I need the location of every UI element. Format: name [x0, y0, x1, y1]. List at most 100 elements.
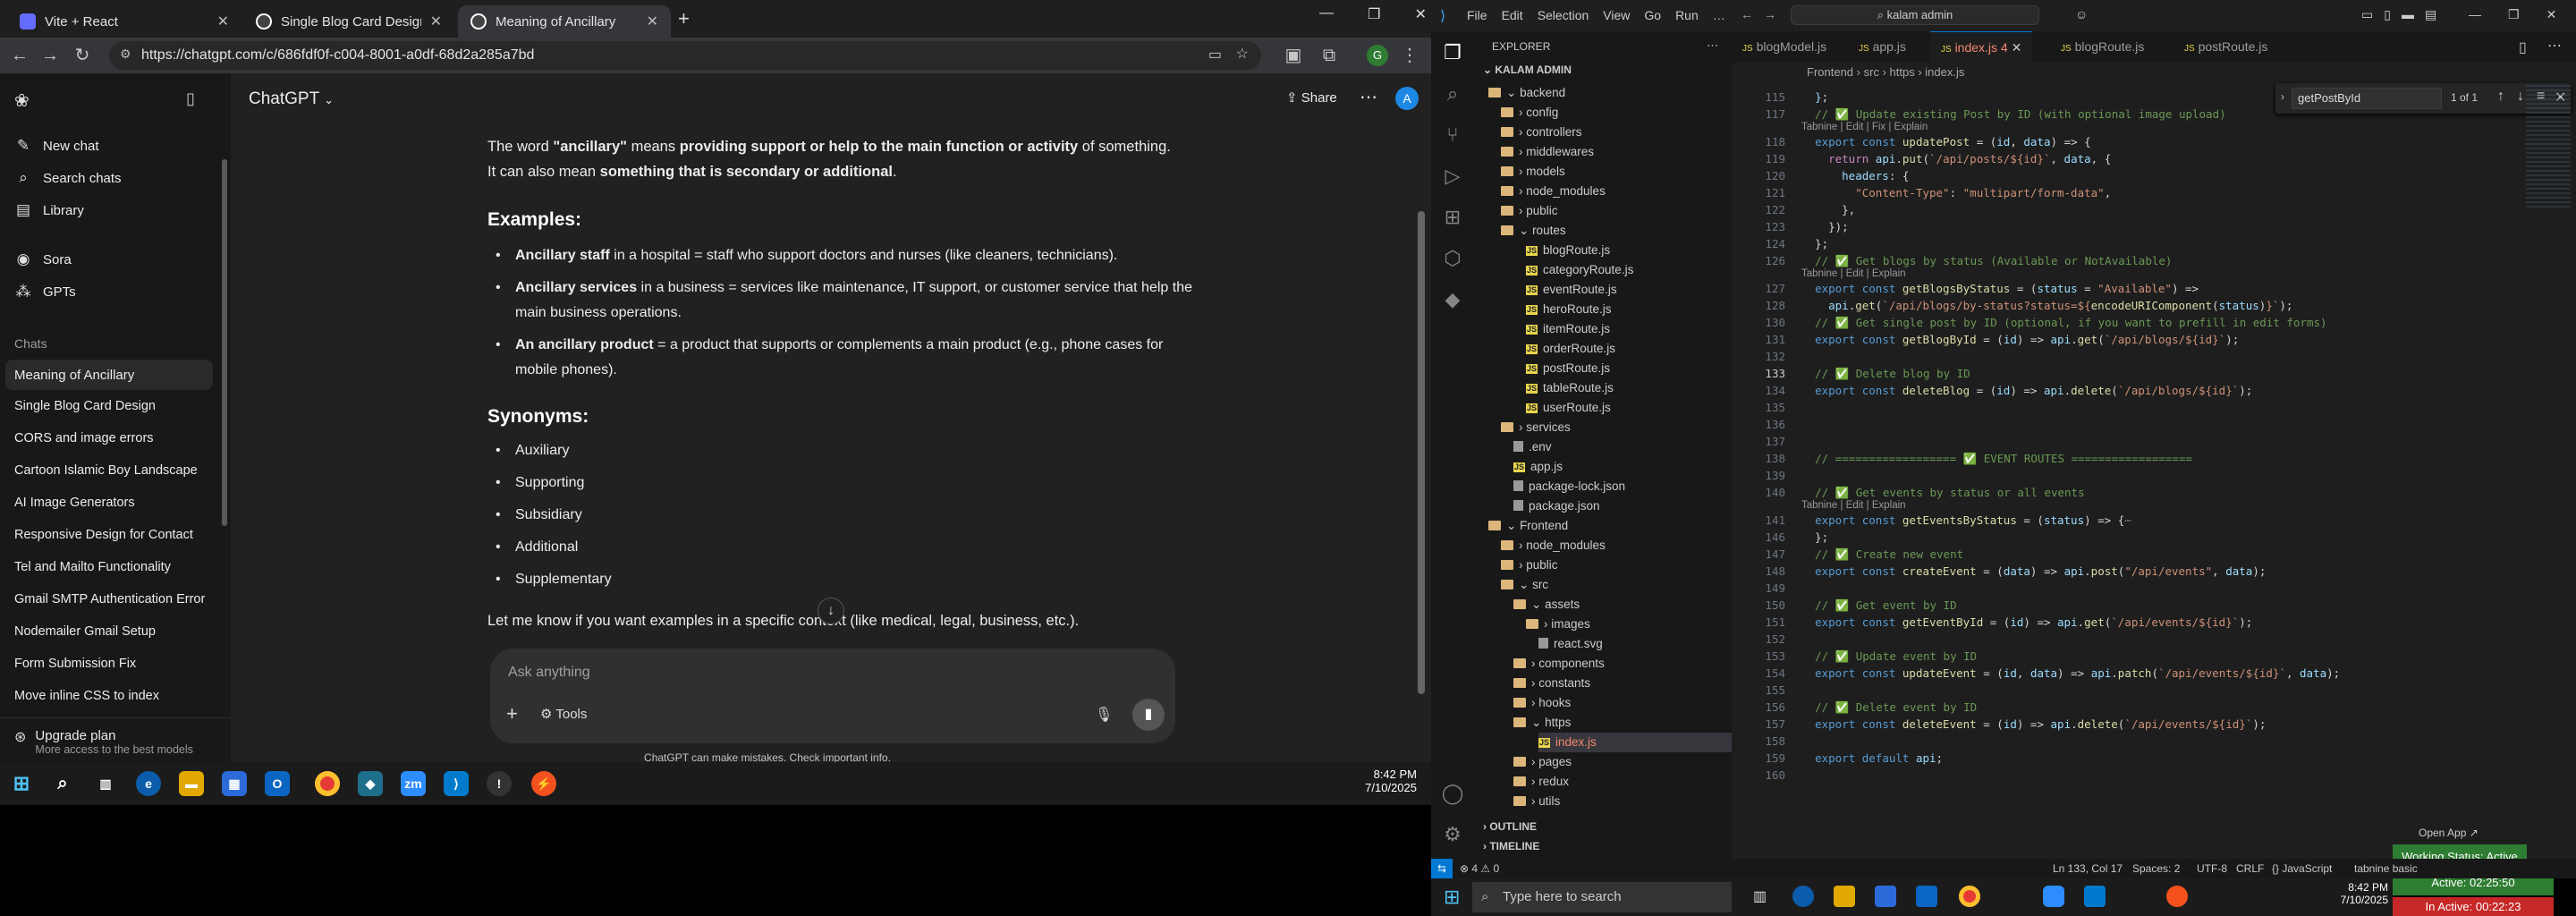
tab-blogroute[interactable]: JS blogRoute.js [2050, 31, 2155, 63]
postman-icon[interactable] [2166, 886, 2188, 907]
tree-folder[interactable]: › controllers [1501, 123, 1582, 142]
clock[interactable]: 8:42 PM 7/10/2025 [1342, 768, 1417, 794]
tree-file[interactable]: package-lock.json [1513, 477, 1625, 496]
menu-file[interactable]: File [1467, 8, 1487, 22]
edge-icon[interactable]: e [136, 771, 161, 796]
tree-folder[interactable]: › public [1501, 556, 1558, 575]
microphone-icon[interactable]: 🎙 [1095, 706, 1113, 724]
source-control-icon[interactable]: ⑂ [1440, 123, 1465, 148]
tree-folder[interactable]: › utils [1513, 792, 1560, 811]
layout-icon[interactable]: ▯ [2384, 7, 2391, 22]
new-tab-button[interactable]: + [678, 7, 690, 30]
explorer-icon[interactable]: ❐ [1440, 40, 1465, 65]
maximize-icon[interactable]: ❐ [1368, 5, 1380, 23]
previous-match-icon[interactable]: ↑ [2497, 89, 2504, 105]
file-explorer-icon[interactable] [1834, 886, 1855, 907]
tree-file[interactable]: package.json [1513, 496, 1600, 516]
site-info-icon[interactable]: ⚙ [120, 47, 131, 62]
layout-icon[interactable]: ▬ [2402, 7, 2414, 22]
reload-icon[interactable]: ↻ [72, 45, 93, 66]
line-ending[interactable]: CRLF [2236, 859, 2264, 878]
menu-go[interactable]: Go [1644, 8, 1661, 22]
tree-folder[interactable]: › pages [1513, 752, 1572, 772]
chevron-icon[interactable]: ⌄ [1506, 519, 1520, 532]
taskbar-search[interactable]: ⌕ Type here to search [1472, 882, 1732, 912]
language-mode[interactable]: {} JavaScript [2272, 859, 2332, 878]
more-actions-icon[interactable]: ⋯ [2547, 37, 2562, 55]
sora-button[interactable]: ◉ Sora [0, 244, 213, 275]
clock[interactable]: 8:42 PM 7/10/2025 [2317, 881, 2388, 906]
sidebar-toggle-icon[interactable]: ▯ [186, 89, 195, 108]
minimap[interactable] [2526, 85, 2571, 210]
chevron-icon[interactable]: ⌄ [1531, 716, 1545, 729]
code-line[interactable]: export const getBlogById = (id) => api.g… [1801, 333, 2239, 346]
zoom-icon[interactable]: zm [401, 771, 426, 796]
windows-start-icon[interactable]: ⊞ [9, 771, 34, 796]
code-line[interactable]: // ================== ✅ EVENT ROUTES ===… [1801, 452, 2192, 466]
code-line[interactable]: // ✅ Get blogs by status (Available or N… [1801, 254, 2172, 268]
remote-indicator[interactable]: ⇆ [1431, 859, 1453, 878]
find-input[interactable]: getPostById [2292, 88, 2442, 109]
zoom-icon[interactable] [2043, 886, 2064, 907]
remote-icon[interactable]: ⬡ [1440, 246, 1465, 271]
chevron-icon[interactable]: ⌄ [1519, 224, 1532, 237]
open-app-link[interactable]: Open App ↗ [2419, 827, 2479, 839]
chat-item-selected[interactable]: Meaning of Ancillary [5, 360, 213, 390]
chat-item[interactable]: Nodemailer Gmail Setup [14, 624, 156, 639]
code-line[interactable]: // ✅ Delete blog by ID [1801, 367, 1970, 381]
chevron-icon[interactable]: ⌄ [1506, 86, 1520, 99]
app-icon[interactable]: ! [487, 771, 512, 796]
extensions-puzzle-icon[interactable]: ⧉ [1318, 45, 1340, 66]
code-lens[interactable]: Tabnine | Edit | Fix | Explain [1801, 122, 1928, 132]
windows-start-icon[interactable]: ⊞ [1444, 886, 1460, 909]
browser-tab-vite[interactable]: Vite + React ✕ [7, 5, 242, 38]
tree-folder[interactable]: ⌄ backend [1488, 83, 1565, 103]
model-selector[interactable]: ChatGPT ⌄ [249, 89, 334, 109]
chevron-icon[interactable]: › [1519, 165, 1526, 178]
code-line[interactable]: export const deleteBlog = (id) => api.de… [1801, 384, 2252, 397]
problems-indicator[interactable]: ⊗ 4 ⚠ 0 [1460, 859, 1499, 878]
layout-icon[interactable]: ▭ [2361, 7, 2373, 22]
tools-button[interactable]: ⚙ Tools [540, 706, 587, 722]
extensions-icon[interactable]: ⊞ [1440, 205, 1465, 230]
file-explorer-icon[interactable]: ▬ [179, 771, 204, 796]
add-attachment-button[interactable]: + [506, 702, 518, 725]
tree-file[interactable]: orderRoute.js [1526, 339, 1615, 359]
code-line[interactable]: // ✅ Get single post by ID (optional, if… [1801, 316, 2326, 330]
chevron-icon[interactable]: ⌄ [1519, 578, 1532, 591]
tree-folder[interactable]: › config [1501, 103, 1558, 123]
tree-folder[interactable]: › public [1501, 201, 1558, 221]
next-match-icon[interactable]: ↓ [2517, 89, 2524, 105]
content-scrollbar[interactable] [1418, 211, 1425, 694]
tabnine-status[interactable]: tabnine basic [2354, 859, 2418, 878]
tree-file[interactable]: heroRoute.js [1526, 300, 1612, 319]
copilot-icon[interactable]: ☺ [2075, 7, 2088, 21]
code-line[interactable]: // ✅ Get event by ID [1801, 598, 1957, 613]
store-icon[interactable] [1875, 886, 1896, 907]
tree-folder[interactable]: › hooks [1513, 693, 1571, 713]
command-center-search[interactable]: ⌕ kalam admin [1791, 5, 2039, 25]
chevron-icon[interactable]: › [1531, 657, 1538, 670]
workspace-root[interactable]: ⌄ KALAM ADMIN [1483, 64, 1572, 76]
code-line[interactable]: // ✅ Delete event by ID [1801, 700, 1977, 715]
tree-file[interactable]: userRoute.js [1526, 398, 1611, 418]
tree-file[interactable]: itemRoute.js [1526, 319, 1610, 339]
chrome-icon[interactable] [1959, 886, 1980, 907]
vscode-icon[interactable]: ⟩ [444, 771, 469, 796]
forward-icon[interactable]: → [39, 45, 61, 66]
chevron-icon[interactable]: › [1519, 184, 1526, 198]
tree-file[interactable]: app.js [1513, 457, 1563, 477]
browser-tab-ancillary[interactable]: Meaning of Ancillary ✕ [458, 5, 671, 38]
vscode-icon[interactable] [2084, 886, 2106, 907]
tab-index[interactable]: JS index.js 4 ✕ [1930, 31, 2033, 63]
chat-item[interactable]: Move inline CSS to index [14, 689, 159, 703]
close-tab-icon[interactable]: ✕ [430, 13, 442, 30]
task-view-icon[interactable]: ▥ [1753, 887, 1767, 905]
code-line[interactable]: export const deleteEvent = (id) => api.d… [1801, 717, 2266, 731]
scroll-down-button[interactable]: ↓ [818, 598, 844, 624]
tab-blogmodel[interactable]: JS blogModel.js [1732, 31, 1837, 63]
chevron-icon[interactable]: ⌄ [1531, 598, 1545, 611]
tree-folder[interactable]: › constants [1513, 674, 1590, 693]
run-debug-icon[interactable]: ▷ [1440, 164, 1465, 189]
tree-file[interactable]: index.js [1538, 733, 1744, 752]
